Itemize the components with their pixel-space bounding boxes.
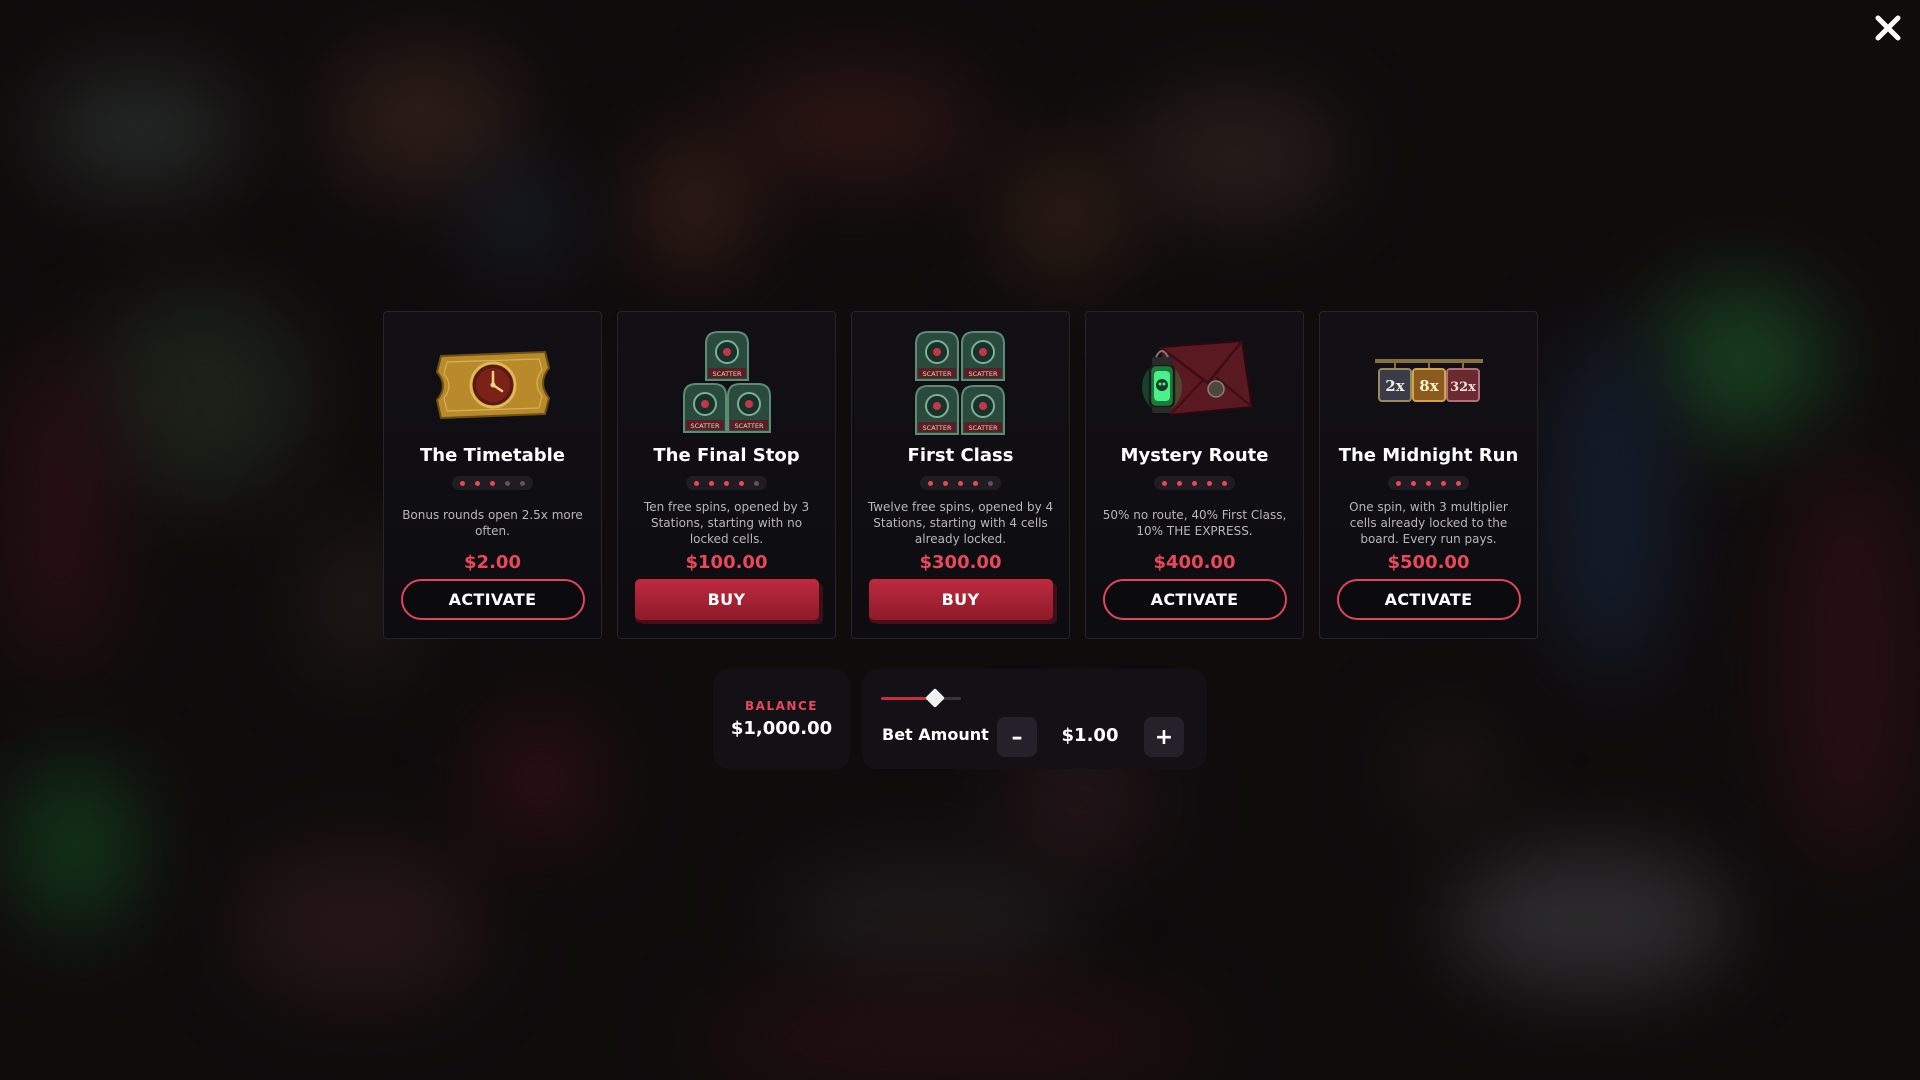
scatter-label: SCATTER: [922, 424, 952, 432]
card-title: The Final Stop: [653, 445, 800, 466]
scatter-label: SCATTER: [968, 424, 998, 432]
bet-panel: Bet Amount – $1.00 +: [862, 669, 1207, 769]
bonus-card-timetable: The Timetable Bonus rounds open 2.5x mor…: [383, 311, 602, 639]
multiplier-label: 8x: [1419, 377, 1439, 395]
card-description: Ten free spins, opened by 3 Stations, st…: [643, 500, 810, 546]
rating-dot: [1426, 480, 1431, 486]
bonus-card-midnight-run: 2x 8x 32x The Midnight Run One spin, wit…: [1319, 311, 1538, 639]
rating-dot: [460, 480, 465, 486]
card-description: One spin, with 3 multiplier cells alread…: [1349, 500, 1508, 546]
scatter-label: SCATTER: [712, 370, 742, 378]
multiplier-label: 32x: [1450, 380, 1476, 395]
bonus-cards: The Timetable Bonus rounds open 2.5x mor…: [383, 311, 1538, 639]
rating-dots: [686, 476, 767, 490]
scatter-label: SCATTER: [734, 422, 764, 430]
scatter-label: SCATTER: [968, 370, 998, 378]
bet-amount-value: $1.00: [1061, 725, 1119, 746]
scatter-symbols-x3-icon: SCATTER SCATTER SCATTER: [662, 324, 792, 442]
slider-thumb[interactable]: [925, 688, 946, 708]
rating-dot: [1162, 480, 1167, 486]
rating-dot: [709, 480, 714, 486]
rating-dots: [920, 476, 1001, 490]
rating-dot: [928, 480, 933, 486]
card-description: Twelve free spins, opened by 4 Stations,…: [867, 500, 1054, 546]
buy-button[interactable]: BUY: [868, 579, 1053, 620]
rating-dot: [490, 480, 495, 486]
multiplier-signs-icon: 2x 8x 32x: [1364, 324, 1494, 442]
rating-dot: [754, 480, 759, 486]
activate-button[interactable]: ACTIVATE: [1336, 579, 1521, 620]
bonus-card-final-stop: SCATTER SCATTER SCATTER The Final Stop T…: [617, 311, 836, 639]
close-icon: [1875, 15, 1901, 41]
rating-dot: [1177, 480, 1182, 486]
rating-dots: [1154, 476, 1235, 490]
rating-dot: [1222, 480, 1227, 486]
card-price: $2.00: [464, 552, 521, 573]
card-description: Bonus rounds open 2.5x more often.: [402, 508, 583, 538]
rating-dot: [1456, 480, 1461, 486]
rating-dot: [520, 480, 525, 486]
close-button[interactable]: [1870, 10, 1906, 46]
rating-dot: [943, 480, 948, 486]
card-description: 50% no route, 40% First Class, 10% THE E…: [1102, 508, 1287, 538]
scatter-symbols-x4-icon: SCATTER SCATTER SCATTER SCATTER: [896, 324, 1026, 442]
card-price: $100.00: [685, 552, 768, 573]
card-price: $300.00: [919, 552, 1002, 573]
card-title: Mystery Route: [1120, 445, 1269, 466]
card-price: $500.00: [1387, 552, 1470, 573]
rating-dots: [1388, 476, 1469, 490]
rating-dot: [739, 480, 744, 486]
golden-ticket-clock-icon: [428, 324, 558, 442]
mystery-envelope-lantern-icon: [1130, 324, 1260, 442]
rating-dot: [1411, 480, 1416, 486]
bet-amount-label: Bet Amount: [882, 725, 989, 744]
bonus-card-first-class: SCATTER SCATTER SCATTER SCATTER First Cl…: [851, 311, 1070, 639]
rating-dot: [1441, 480, 1446, 486]
rating-dot: [505, 480, 510, 486]
card-title: First Class: [907, 445, 1014, 466]
scatter-label: SCATTER: [922, 370, 952, 378]
balance-panel: BALANCE $1,000.00: [713, 669, 850, 769]
rating-dot: [1207, 480, 1212, 486]
bonus-card-mystery-route: Mystery Route 50% no route, 40% First Cl…: [1085, 311, 1304, 639]
increase-bet-button[interactable]: +: [1144, 717, 1184, 757]
rating-dot: [724, 480, 729, 486]
rating-dot: [988, 480, 993, 486]
rating-dot: [1396, 480, 1401, 486]
card-title: The Timetable: [420, 445, 565, 466]
rating-dots: [452, 476, 533, 490]
bet-slider[interactable]: [881, 687, 961, 709]
scatter-label: SCATTER: [690, 422, 720, 430]
activate-button[interactable]: ACTIVATE: [400, 579, 585, 620]
rating-dot: [694, 480, 699, 486]
card-title: The Midnight Run: [1338, 445, 1519, 466]
rating-dot: [973, 480, 978, 486]
rating-dot: [1192, 480, 1197, 486]
decrease-bet-button[interactable]: –: [997, 717, 1037, 757]
balance-label: BALANCE: [745, 699, 818, 713]
multiplier-label: 2x: [1385, 377, 1405, 395]
card-price: $400.00: [1153, 552, 1236, 573]
rating-dot: [475, 480, 480, 486]
rating-dot: [958, 480, 963, 486]
balance-value: $1,000.00: [730, 718, 833, 739]
buy-button[interactable]: BUY: [634, 579, 819, 620]
activate-button[interactable]: ACTIVATE: [1102, 579, 1287, 620]
